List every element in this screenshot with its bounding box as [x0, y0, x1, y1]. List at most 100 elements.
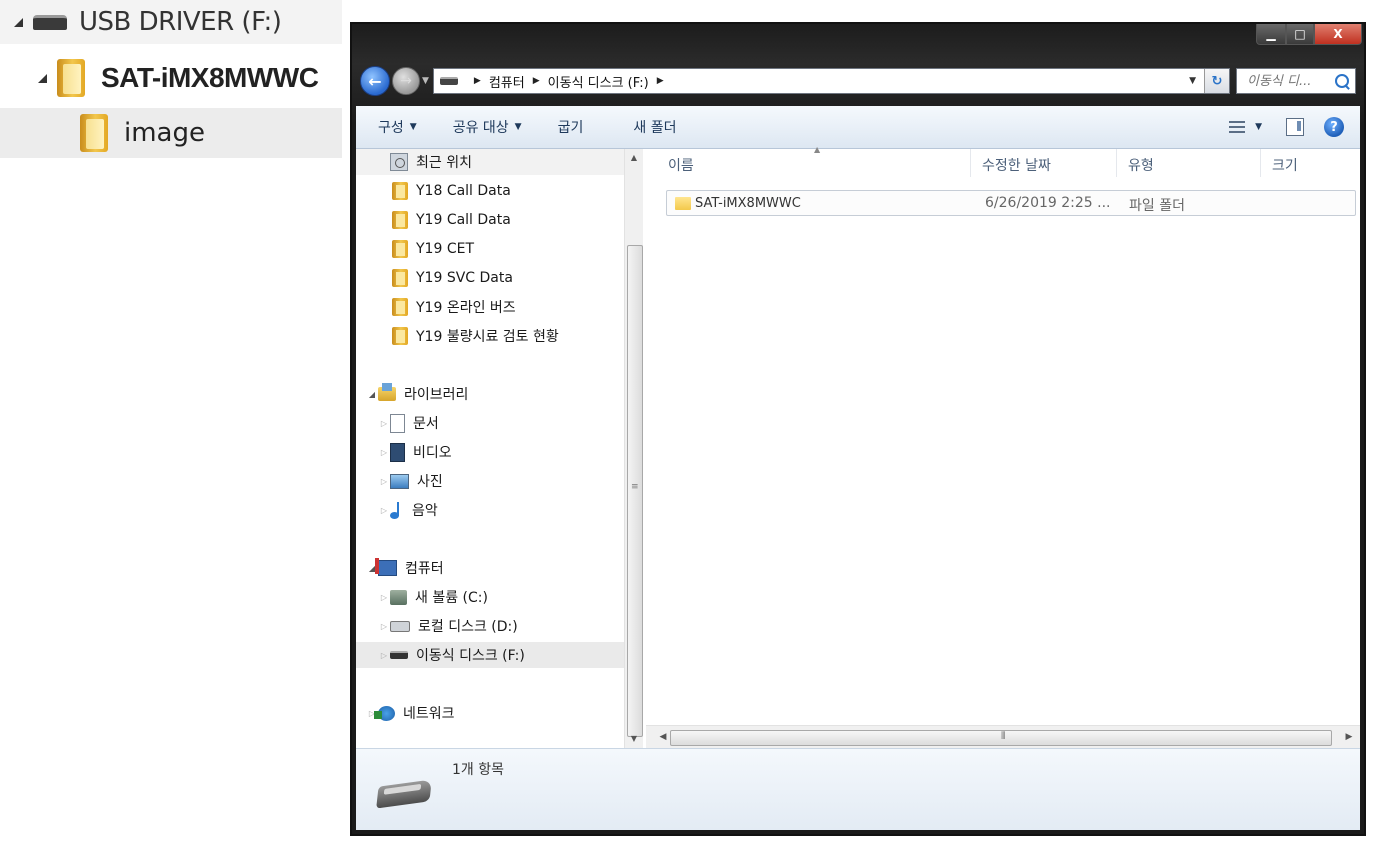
- nav-recent-places[interactable]: 최근 위치: [356, 149, 624, 175]
- nav-favorite-item[interactable]: Y19 불량시료 검토 현황: [356, 323, 624, 349]
- breadcrumb-chevron-icon[interactable]: ▶: [533, 76, 540, 86]
- collapsed-triangle-icon[interactable]: ▷: [378, 593, 390, 602]
- tree-row-sat-folder[interactable]: SAT-iMX8MWWC: [0, 50, 342, 106]
- scroll-down-arrow-icon[interactable]: ▼: [625, 730, 643, 748]
- navigation-bar: ← → ▼ ▶ 컴퓨터 ▶ 이동식 디스크 (F:) ▶ ▼ ↻: [360, 64, 1356, 98]
- column-date-modified[interactable]: 수정한 날짜: [982, 155, 1051, 175]
- usb-drive-icon: [390, 651, 408, 659]
- usb-drive-label: USB DRIVER (F:): [79, 7, 282, 37]
- breadcrumb-removable-disk[interactable]: 이동식 디스크 (F:): [548, 72, 649, 91]
- dropdown-caret-icon: ▼: [1255, 122, 1262, 132]
- maximize-button[interactable]: □: [1286, 24, 1314, 45]
- nav-label: 사진: [417, 474, 443, 490]
- folder-icon: [392, 269, 408, 287]
- change-view-button[interactable]: ▼: [1229, 121, 1262, 133]
- collapsed-triangle-icon[interactable]: ▷: [378, 506, 390, 515]
- expanded-triangle-icon[interactable]: [38, 73, 47, 83]
- column-name[interactable]: 이름: [668, 155, 694, 175]
- nav-favorite-item[interactable]: Y19 Call Data: [356, 207, 624, 233]
- nav-computer[interactable]: ◢ 컴퓨터: [356, 555, 624, 581]
- collapsed-triangle-icon[interactable]: ▷: [378, 477, 390, 486]
- breadcrumb-chevron-icon[interactable]: ▶: [657, 76, 664, 86]
- forward-arrow-icon: →: [400, 73, 412, 89]
- refresh-button[interactable]: ↻: [1204, 69, 1229, 93]
- organize-button[interactable]: 구성 ▼: [378, 117, 417, 137]
- search-box[interactable]: [1236, 68, 1356, 94]
- preview-pane-icon[interactable]: [1286, 118, 1304, 136]
- new-folder-button[interactable]: 새 폴더: [633, 117, 676, 137]
- collapsed-triangle-icon[interactable]: ▷: [378, 651, 390, 660]
- dropdown-caret-icon: ▼: [514, 122, 522, 132]
- nav-label: 비디오: [413, 445, 452, 461]
- tree-row-usb-drive[interactable]: USB DRIVER (F:): [0, 0, 342, 44]
- nav-label: Y19 온라인 버즈: [416, 300, 516, 316]
- column-type[interactable]: 유형: [1128, 155, 1154, 175]
- nav-label: 최근 위치: [416, 155, 472, 171]
- scrollbar-thumb[interactable]: ⦀: [670, 730, 1332, 746]
- breadcrumb-computer[interactable]: 컴퓨터: [489, 72, 525, 91]
- nav-library-videos[interactable]: ▷ 비디오: [356, 439, 624, 465]
- nav-label: Y19 CET: [416, 241, 474, 257]
- search-input[interactable]: [1247, 73, 1335, 89]
- nav-favorite-item[interactable]: Y19 SVC Data: [356, 265, 624, 291]
- nav-favorite-item[interactable]: Y19 온라인 버즈: [356, 294, 624, 320]
- file-row[interactable]: SAT-iMX8MWWC 6/26/2019 2:25 ... 파일 폴더: [666, 190, 1356, 216]
- system-drive-icon: [390, 589, 407, 605]
- collapsed-triangle-icon[interactable]: ▷: [378, 448, 390, 457]
- nav-label: 네트워크: [403, 706, 455, 722]
- nav-libraries[interactable]: ◢ 라이브러리: [356, 381, 624, 407]
- nav-network[interactable]: ▷ 네트워크: [356, 700, 624, 726]
- nav-favorite-item[interactable]: Y18 Call Data: [356, 178, 624, 204]
- recent-pages-dropdown-icon[interactable]: ▼: [422, 76, 429, 86]
- nav-favorite-item[interactable]: Y19 CET: [356, 236, 624, 262]
- tree-row-image-folder[interactable]: image: [0, 108, 342, 158]
- folder-icon: [80, 114, 108, 152]
- expanded-triangle-icon[interactable]: [14, 17, 23, 27]
- item-count: 1개 항목: [452, 762, 504, 778]
- scrollbar-grip-icon: ⦀: [1001, 731, 1006, 742]
- share-with-button[interactable]: 공유 대상 ▼: [453, 117, 522, 137]
- address-bar[interactable]: ▶ 컴퓨터 ▶ 이동식 디스크 (F:) ▶ ▼ ↻: [432, 68, 1230, 94]
- explorer-window: ▁ □ X ← → ▼ ▶ 컴퓨터 ▶ 이동식 디스크 (F:) ▶ ▼ ↻ 구…: [350, 22, 1366, 836]
- scroll-right-arrow-icon[interactable]: ▶: [1340, 726, 1358, 748]
- documents-icon: [390, 413, 405, 433]
- nav-label: Y19 SVC Data: [416, 270, 513, 286]
- nav-drive-d[interactable]: ▷ 로컬 디스크 (D:): [356, 613, 624, 639]
- nav-library-pictures[interactable]: ▷ 사진: [356, 468, 624, 494]
- nav-library-music[interactable]: ▷ 음악: [356, 497, 624, 523]
- usb-drive-icon: [33, 14, 67, 30]
- nav-label: Y19 불량시료 검토 현황: [416, 329, 559, 345]
- command-bar: 구성 ▼ 공유 대상 ▼ 굽기 새 폴더 ▼ ?: [356, 106, 1360, 149]
- view-list-icon: [1229, 121, 1246, 133]
- horizontal-scrollbar[interactable]: ◀ ⦀ ▶: [646, 725, 1360, 748]
- dropdown-caret-icon: ▼: [409, 122, 417, 132]
- scroll-up-arrow-icon[interactable]: ▲: [625, 149, 643, 167]
- nav-library-documents[interactable]: ▷ 문서: [356, 410, 624, 436]
- help-icon[interactable]: ?: [1324, 117, 1344, 137]
- collapsed-triangle-icon[interactable]: ▷: [378, 419, 390, 428]
- computer-icon: [375, 558, 397, 576]
- libraries-icon: [378, 383, 396, 401]
- forward-button[interactable]: →: [392, 67, 420, 95]
- column-size[interactable]: 크기: [1272, 155, 1298, 175]
- back-button[interactable]: ←: [360, 66, 390, 96]
- close-button[interactable]: X: [1314, 24, 1362, 45]
- navigation-pane-scrollbar[interactable]: ▲ ≡ ▼: [624, 149, 643, 748]
- folder-icon: [57, 59, 85, 97]
- nav-drive-c[interactable]: ▷ 새 볼륨 (C:): [356, 584, 624, 610]
- minimize-button[interactable]: ▁: [1256, 24, 1286, 45]
- burn-button[interactable]: 굽기: [558, 117, 584, 137]
- enlarged-folder-tree: USB DRIVER (F:) SAT-iMX8MWWC image: [0, 0, 342, 165]
- scrollbar-thumb[interactable]: ≡: [627, 245, 643, 737]
- nav-drive-f[interactable]: ▷ 이동식 디스크 (F:): [356, 642, 624, 668]
- share-with-label: 공유 대상: [452, 120, 509, 136]
- caption-buttons: ▁ □ X: [1256, 24, 1362, 45]
- recent-places-icon: [390, 153, 408, 171]
- expanded-triangle-icon[interactable]: ◢: [366, 390, 378, 399]
- search-icon[interactable]: [1335, 74, 1349, 88]
- breadcrumb-chevron-icon[interactable]: ▶: [474, 76, 481, 86]
- address-dropdown-icon[interactable]: ▼: [1189, 76, 1196, 86]
- collapsed-triangle-icon[interactable]: ▷: [378, 622, 390, 631]
- back-arrow-icon: ←: [368, 71, 382, 91]
- image-folder-label: image: [124, 118, 205, 148]
